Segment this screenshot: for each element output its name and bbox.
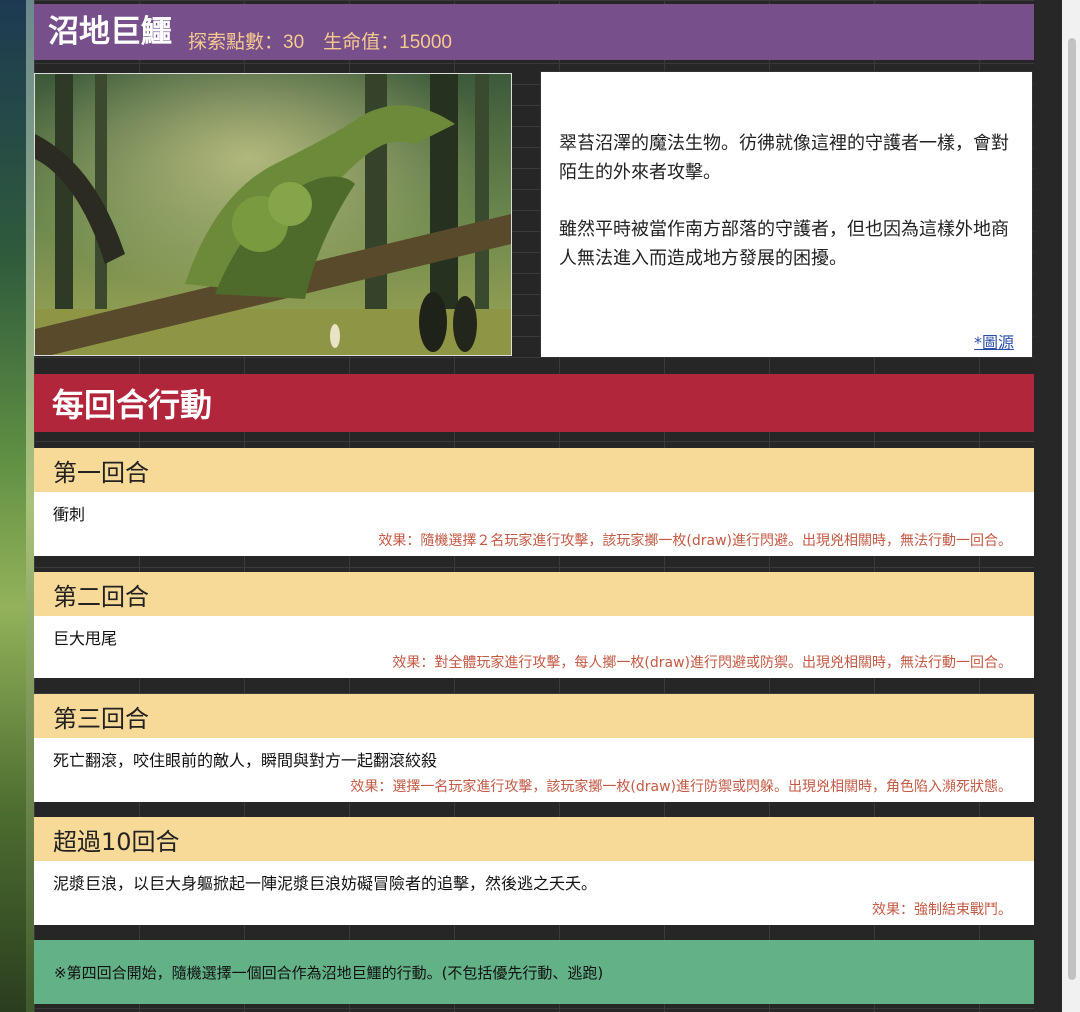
round-over-10-effect: 效果：強制結束戰鬥。 (872, 902, 1012, 918)
random-round-note: ※第四回合開始，隨機選擇一個回合作為沼地巨鱷的行動。(不包括優先行動、逃跑) (34, 940, 1034, 1004)
round-over-10-header: 超過10回合 (34, 817, 1034, 861)
round-over-10-body: 泥漿巨浪，以巨大身軀掀起一陣泥漿巨浪妨礙冒險者的追擊，然後逃之夭夭。 效果：強制… (34, 861, 1034, 925)
round-3-action: 死亡翻滾，咬住眼前的敵人，瞬間與對方一起翻滾絞殺 (53, 751, 438, 770)
round-3-body: 死亡翻滾，咬住眼前的敵人，瞬間與對方一起翻滾絞殺 效果：選擇一名玩家進行攻擊，該… (34, 738, 1034, 802)
round-3-header: 第三回合 (34, 694, 1034, 738)
right-gutter (1034, 0, 1062, 1012)
background-forest-edge (26, 0, 34, 1012)
scrollbar-thumb[interactable] (1068, 38, 1076, 980)
round-over-10-action: 泥漿巨浪，以巨大身軀掀起一陣泥漿巨浪妨礙冒險者的追擊，然後逃之夭夭。 (53, 874, 598, 893)
title-bar: 沼地巨鱷 探索點數：30 生命值：15000 (34, 4, 1034, 60)
description-panel: 翠苔沼澤的魔法生物。彷彿就像這裡的守護者一樣，會對陌生的外來者攻擊。 雖然平時被… (540, 71, 1033, 358)
round-1-body: 衝刺 效果：隨機選擇２名玩家進行攻擊，該玩家擲一枚(draw)進行閃避。出現兇相… (34, 492, 1034, 556)
round-1-action: 衝刺 (53, 505, 86, 524)
round-3-effect: 效果：選擇一名玩家進行攻擊，該玩家擲一枚(draw)進行防禦或閃躲。出現兇相關時… (350, 779, 1012, 795)
actions-section-header: 每回合行動 (34, 374, 1034, 432)
round-2-body: 巨大甩尾 效果：對全體玩家進行攻擊，每人擲一枚(draw)進行閃避或防禦。出現兇… (34, 616, 1034, 678)
swamp-scene-image (35, 74, 511, 355)
monster-title: 沼地巨鱷 (48, 14, 172, 50)
description-paragraph-2: 雖然平時被當作南方部落的守護者，但也因為這樣外地商人無法進入而造成地方發展的困擾… (559, 219, 1009, 269)
round-2-action: 巨大甩尾 (53, 629, 118, 648)
round-2-effect: 效果：對全體玩家進行攻擊，每人擲一枚(draw)進行閃避或防禦。出現兇相關時，無… (392, 655, 1012, 671)
description-paragraph-1: 翠苔沼澤的魔法生物。彷彿就像這裡的守護者一樣，會對陌生的外來者攻擊。 (559, 133, 1009, 183)
round-1-effect: 效果：隨機選擇２名玩家進行攻擊，該玩家擲一枚(draw)進行閃避。出現兇相關時，… (378, 533, 1012, 549)
section-title: 每回合行動 (52, 386, 213, 424)
round-1-header: 第一回合 (34, 448, 1034, 492)
monster-stats: 探索點數：30 生命值：15000 (188, 32, 452, 53)
image-source-link[interactable]: *圖源 (974, 329, 1014, 353)
crocodile-illustration (34, 73, 512, 356)
round-2-header: 第二回合 (34, 572, 1034, 616)
